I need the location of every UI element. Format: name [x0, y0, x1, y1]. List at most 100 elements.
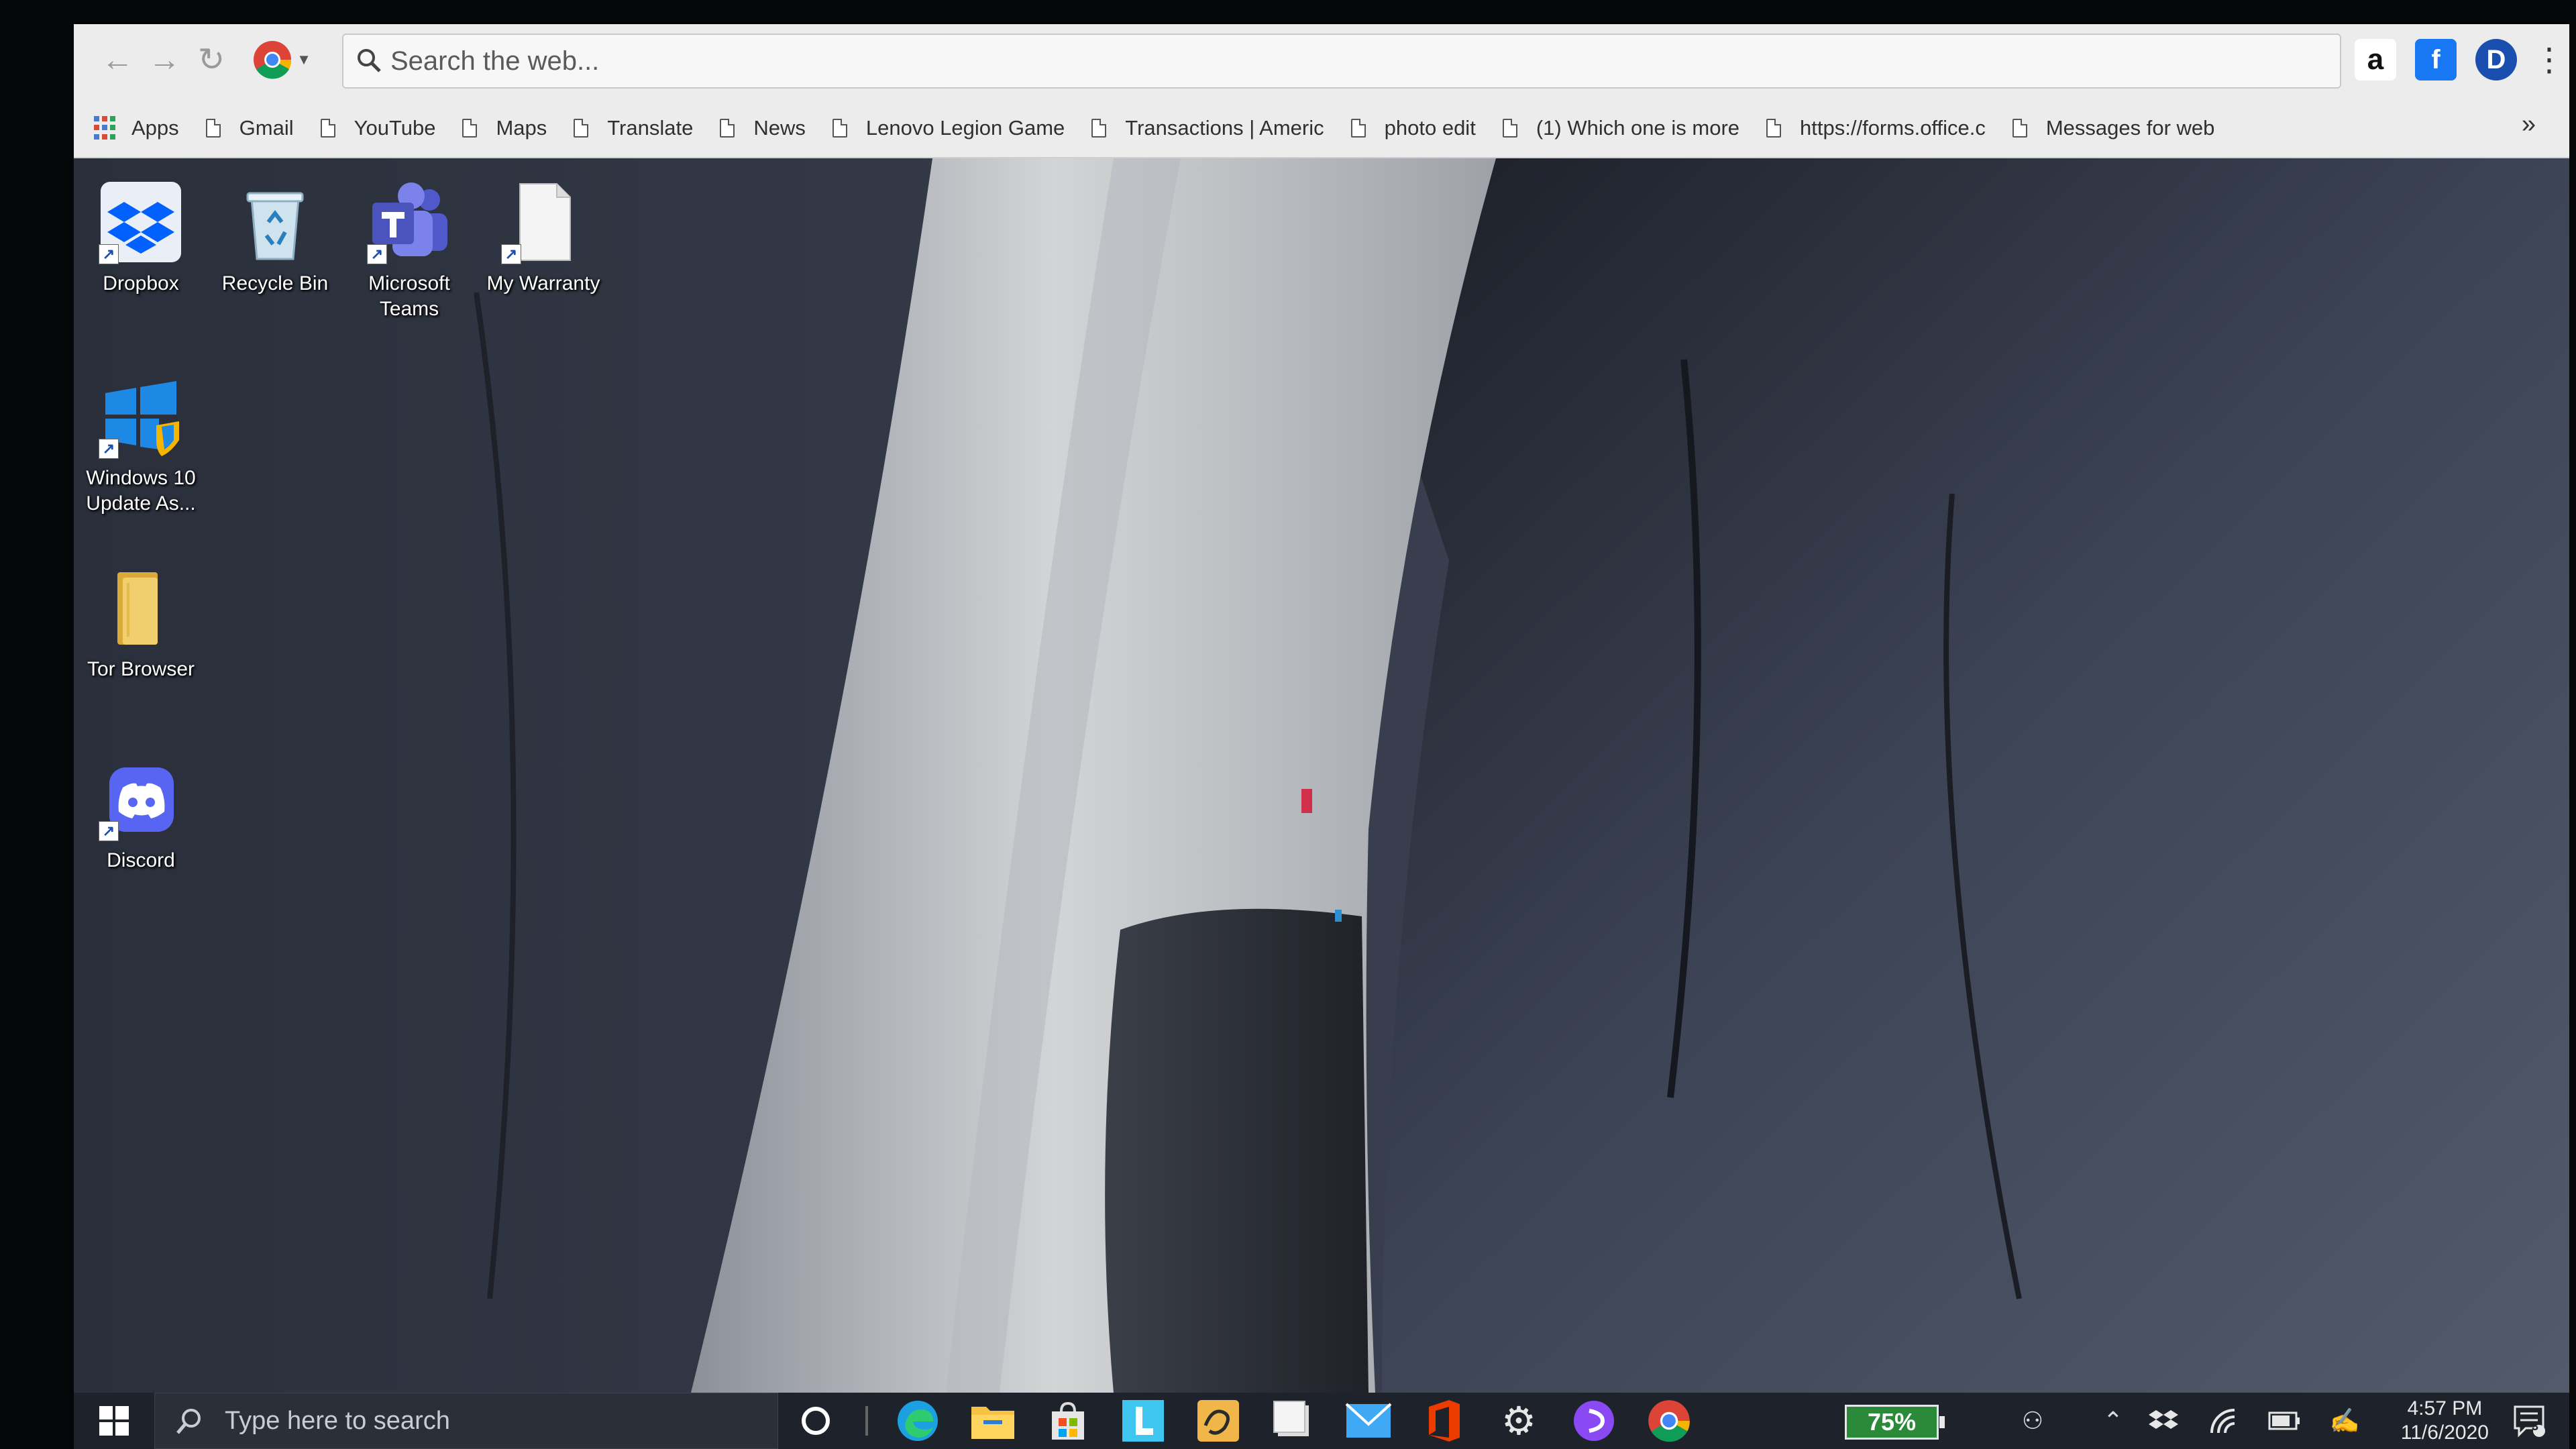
- taskbar-app-edge[interactable]: [880, 1393, 955, 1449]
- bookmark-youtube[interactable]: YouTube: [320, 116, 436, 140]
- bookmarks-overflow-button[interactable]: »: [2522, 110, 2536, 139]
- desktop-icon-my-warranty[interactable]: ↗ My Warranty: [476, 178, 610, 297]
- bookmark-label: YouTube: [354, 116, 436, 140]
- cortana-button[interactable]: [778, 1393, 853, 1449]
- desktop-icon-tor-browser[interactable]: Tor Browser: [74, 564, 208, 682]
- desktop-wallpaper: [74, 158, 2569, 1393]
- reload-button[interactable]: ↻: [188, 36, 235, 83]
- shortcut-arrow-icon: ↗: [367, 244, 387, 264]
- desktop-icon-label: Tor Browser: [87, 658, 195, 680]
- windows-icon: ↗: [97, 373, 184, 460]
- browser-window: ← → ↻ ▼ Search the web... a f D ⋮ Apps G…: [74, 24, 2569, 158]
- gear-icon: ⚙: [1501, 1399, 1536, 1443]
- desktop-icon-label: Microsoft Teams: [368, 272, 450, 320]
- edge-icon: [898, 1401, 938, 1441]
- pen-workspace-button[interactable]: ✍: [2321, 1393, 2368, 1449]
- shortcut-arrow-icon: ↗: [501, 244, 521, 264]
- chrome-logo-icon: [254, 41, 292, 79]
- notification-count-badge: 3: [2532, 1419, 2539, 1433]
- apps-grid-icon: [94, 116, 118, 140]
- back-button[interactable]: ←: [94, 36, 141, 83]
- bookmark-maps[interactable]: Maps: [462, 116, 547, 140]
- page-icon: [2012, 119, 2027, 138]
- bookmark-label: photo edit: [1384, 116, 1476, 140]
- battery-percent-label: 75%: [1867, 1408, 1917, 1436]
- bookmark-which-one[interactable]: (1) Which one is more: [1502, 116, 1739, 140]
- bookmark-photo-edit[interactable]: photo edit: [1350, 116, 1476, 140]
- amazon-extension[interactable]: a: [2355, 39, 2396, 80]
- chrome-logo-icon: [1648, 1400, 1690, 1442]
- desktop-icon-dropbox[interactable]: ↗ Dropbox: [74, 178, 208, 297]
- taskbar-search-box[interactable]: Type here to search: [154, 1393, 778, 1449]
- bookmark-label: Transactions | Americ: [1125, 116, 1324, 140]
- desktop-icon-windows-update[interactable]: ↗ Windows 10 Update As...: [74, 373, 208, 517]
- dropbox-icon: ↗: [97, 178, 184, 266]
- wifi-button[interactable]: [2200, 1393, 2247, 1449]
- lenovo-l-icon: [1122, 1400, 1164, 1442]
- forward-button[interactable]: →: [141, 36, 188, 83]
- discord-icon: ↗: [97, 755, 184, 843]
- windows-logo-icon: [99, 1406, 129, 1436]
- desktop-icon-discord[interactable]: ↗ Discord: [74, 755, 208, 873]
- taskbar: Type here to search ⚙ 75% ⚇ ⌃ ✍ 4:57 PM …: [74, 1393, 2569, 1449]
- bookmark-news[interactable]: News: [720, 116, 806, 140]
- shortcut-arrow-icon: ↗: [99, 244, 119, 264]
- taskbar-app-mail[interactable]: [1331, 1393, 1406, 1449]
- notification-icon: [2514, 1405, 2545, 1438]
- taskbar-app-file-explorer[interactable]: [955, 1393, 1030, 1449]
- desktop-icon-microsoft-teams[interactable]: ↗ Microsoft Teams: [342, 178, 476, 322]
- action-center-button[interactable]: 3: [2502, 1393, 2556, 1449]
- amazon-icon: a: [2367, 43, 2384, 76]
- page-icon: [320, 119, 335, 138]
- show-hidden-icons-button[interactable]: ⌃: [2093, 1393, 2133, 1449]
- desktop-icon-label: My Warranty: [486, 272, 600, 294]
- taskbar-app-office[interactable]: [1406, 1393, 1481, 1449]
- start-button[interactable]: [74, 1393, 154, 1449]
- omnibox[interactable]: Search the web...: [342, 34, 2341, 89]
- dropbox-tray-button[interactable]: [2140, 1393, 2187, 1449]
- taskbar-app-chrome[interactable]: [1631, 1393, 1707, 1449]
- bookmark-apps[interactable]: Apps: [94, 116, 179, 140]
- bookmark-translate[interactable]: Translate: [574, 116, 693, 140]
- facebook-icon: f: [2431, 44, 2440, 74]
- profile-icon: D: [2486, 44, 2506, 74]
- bookmark-lenovo-legion[interactable]: Lenovo Legion Game: [832, 116, 1065, 140]
- browser-menu-button[interactable]: ▼: [241, 36, 322, 83]
- office-icon: [1429, 1400, 1460, 1442]
- browser-toolbar: ← → ↻ ▼ Search the web... a f D ⋮: [74, 24, 2569, 98]
- taskbar-app-store[interactable]: [1030, 1393, 1106, 1449]
- system-clock[interactable]: 4:57 PM 11/6/2020: [2401, 1397, 2489, 1445]
- teams-icon: ↗: [366, 178, 453, 266]
- bookmark-transactions[interactable]: Transactions | Americ: [1091, 116, 1324, 140]
- people-button[interactable]: ⚇: [2006, 1393, 2059, 1449]
- bookmark-messages[interactable]: Messages for web: [2012, 116, 2214, 140]
- taskbar-app-lenovo[interactable]: [1106, 1393, 1181, 1449]
- browser-more-button[interactable]: ⋮: [2526, 36, 2569, 83]
- bookmark-forms-office[interactable]: https://forms.office.c: [1766, 116, 1986, 140]
- desktop-icon-label: Windows 10 Update As...: [86, 467, 196, 515]
- taskbar-app-settings[interactable]: ⚙: [1481, 1393, 1556, 1449]
- pen-icon: ✍: [2329, 1407, 2360, 1434]
- sketch-pad-icon: [1197, 1400, 1239, 1442]
- taskbar-app-podcast[interactable]: [1556, 1393, 1631, 1449]
- podcast-icon: [1574, 1401, 1614, 1441]
- cortana-icon: [802, 1407, 830, 1435]
- bookmark-label: Translate: [607, 116, 694, 140]
- search-icon: [358, 49, 381, 72]
- bookmark-label: Gmail: [239, 116, 294, 140]
- bookmark-gmail[interactable]: Gmail: [205, 116, 294, 140]
- separator: [865, 1406, 868, 1436]
- page-icon: [205, 119, 221, 138]
- people-icon: ⚇: [2021, 1407, 2044, 1434]
- profile-button[interactable]: D: [2475, 39, 2517, 80]
- facebook-extension[interactable]: f: [2415, 39, 2457, 80]
- battery-button[interactable]: [2261, 1393, 2308, 1449]
- battery-percentage-indicator[interactable]: 75%: [1845, 1405, 1945, 1440]
- notes-icon: [1273, 1401, 1309, 1436]
- taskbar-app-sketch[interactable]: [1181, 1393, 1256, 1449]
- taskbar-app-notes[interactable]: [1256, 1393, 1331, 1449]
- desktop-icon-recycle-bin[interactable]: Recycle Bin: [208, 178, 342, 297]
- folder-icon: [971, 1407, 1014, 1439]
- document-icon: ↗: [500, 178, 587, 266]
- wifi-icon: [2210, 1409, 2235, 1434]
